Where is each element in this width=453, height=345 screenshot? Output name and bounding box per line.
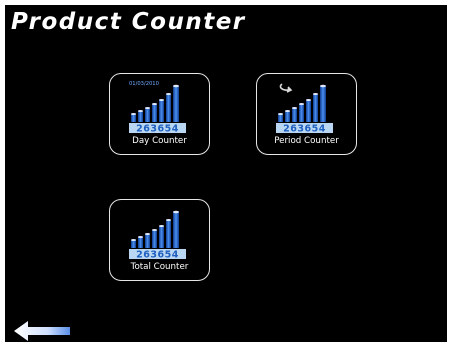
day-counter-icon: 01/03/2010 263654 [129,81,186,135]
period-counter-label: Period Counter [274,136,339,146]
period-counter-icon: 263654 [276,83,333,135]
total-counter-label: Total Counter [130,262,189,272]
app-screen: Product Counter 01/03/2010 263654 Day Co… [5,5,447,342]
period-counter-button[interactable]: 263654 Period Counter [256,73,357,155]
page-title: Product Counter [11,9,246,35]
total-counter-icon: 263654 [129,210,186,261]
back-arrow-icon[interactable] [12,319,72,342]
counter-digits: 263654 [136,250,179,261]
counter-digits: 263654 [136,124,179,135]
cycle-arrow-icon [279,83,293,93]
counter-digits: 263654 [283,124,326,135]
day-counter-button[interactable]: 01/03/2010 263654 Day Counter [109,73,210,155]
date-text: 01/03/2010 [129,81,159,87]
day-counter-label: Day Counter [132,136,187,146]
total-counter-button[interactable]: 263654 Total Counter [109,199,210,281]
